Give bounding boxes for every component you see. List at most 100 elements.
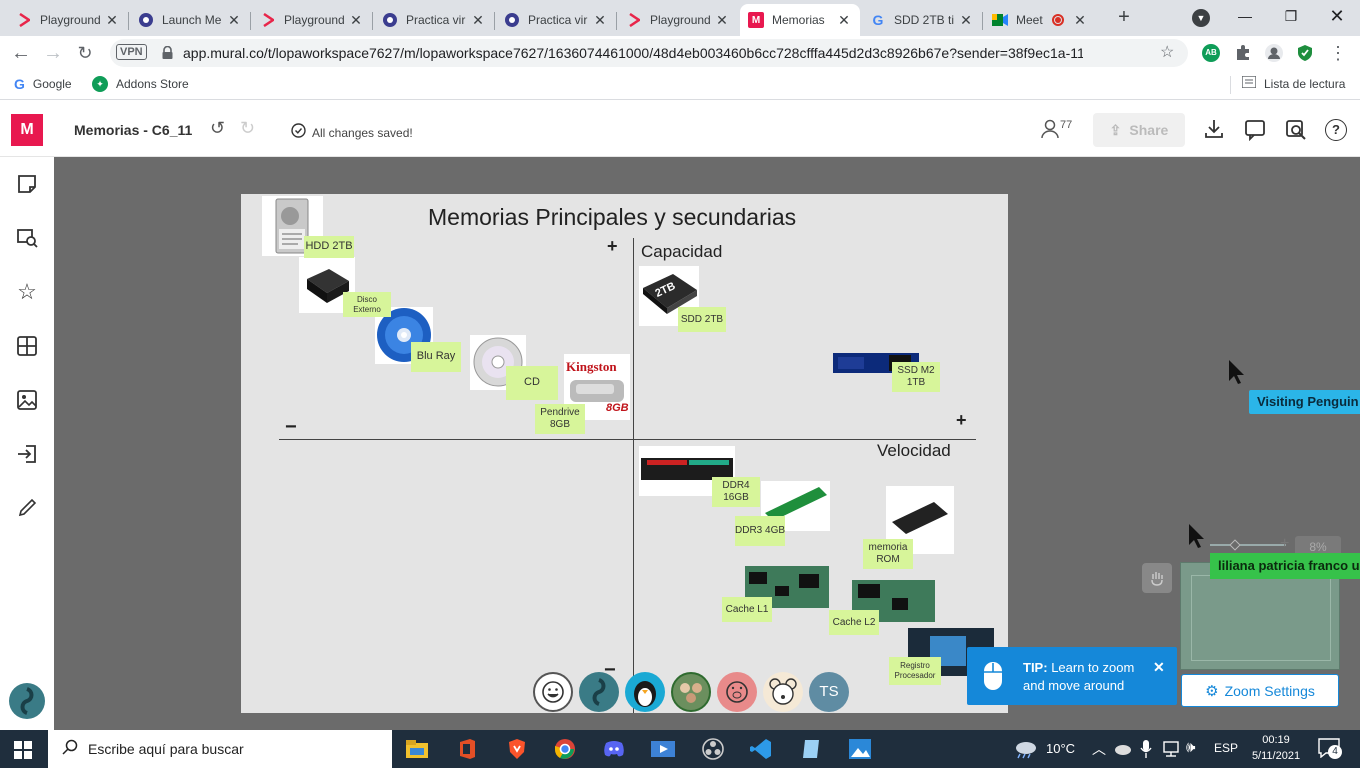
sticky-note-pendrive[interactable]: Pendrive 8GB: [535, 404, 585, 434]
sticky-note-ddr4[interactable]: DDR4 16GB: [712, 477, 760, 507]
pencil-icon[interactable]: [14, 495, 40, 521]
browser-tab[interactable]: Playground ✕: [8, 4, 128, 36]
sticky-note-cache-l2[interactable]: Cache L2: [829, 610, 879, 635]
weather-temp[interactable]: 10°C: [1046, 741, 1075, 756]
undo-icon[interactable]: ↺: [210, 118, 225, 139]
vscode-icon[interactable]: [744, 735, 778, 763]
weather-icon[interactable]: [1014, 739, 1038, 764]
close-tab-icon[interactable]: ✕: [836, 12, 852, 29]
network-icon[interactable]: [1162, 740, 1180, 763]
y-axis-label[interactable]: Capacidad: [641, 242, 722, 262]
browser-tab-active[interactable]: M Memorias ✕: [740, 4, 860, 36]
board-title[interactable]: Memorias Principales y secundarias: [428, 204, 796, 231]
import-icon[interactable]: [14, 441, 40, 467]
discord-icon[interactable]: [597, 735, 631, 763]
close-tab-icon[interactable]: ✕: [958, 12, 974, 29]
sticky-note-ddr3[interactable]: DDR3 4GB: [735, 516, 785, 546]
reading-list-button[interactable]: Lista de lectura: [1241, 75, 1345, 91]
browser-tab[interactable]: Practica vir ✕: [496, 4, 616, 36]
help-icon[interactable]: ?: [1325, 119, 1347, 141]
adblock-extension-icon[interactable]: AB: [1202, 44, 1220, 62]
frameworks-grid-icon[interactable]: [14, 333, 40, 359]
sticky-note-hdd[interactable]: HDD 2TB: [304, 236, 354, 258]
bookmark-star-icon[interactable]: ☆: [1160, 42, 1174, 62]
participant-avatar-initials[interactable]: TS: [809, 672, 849, 712]
volume-icon[interactable]: 🕪: [1186, 739, 1195, 756]
onedrive-cloud-icon[interactable]: [1114, 742, 1132, 760]
lock-icon[interactable]: [162, 45, 173, 59]
chevron-up-icon[interactable]: ︿: [1092, 739, 1106, 759]
windows-start-icon[interactable]: [14, 741, 32, 764]
export-icon[interactable]: [1203, 118, 1225, 145]
notifications-icon[interactable]: 4: [1318, 738, 1342, 763]
x-axis-label[interactable]: Velocidad: [877, 441, 951, 461]
comments-icon[interactable]: [1244, 119, 1266, 146]
sticky-note-disco-externo[interactable]: Disco Externo: [343, 292, 391, 317]
profile-icon[interactable]: [1261, 40, 1287, 66]
redo-icon[interactable]: ↻: [240, 118, 255, 139]
participant-avatar-pig[interactable]: [717, 672, 757, 712]
participant-avatar-photo[interactable]: [671, 672, 711, 712]
close-tab-icon[interactable]: ✕: [226, 12, 242, 29]
zoom-slider[interactable]: [1210, 544, 1286, 546]
templates-icon[interactable]: [14, 225, 40, 251]
mural-title[interactable]: Memorias - C6_11: [74, 122, 192, 138]
forward-icon[interactable]: →: [40, 40, 66, 66]
address-bar[interactable]: VPN app.mural.co/t/lopaworkspace7627/m/l…: [110, 39, 1188, 67]
participants-button[interactable]: 77: [1040, 119, 1072, 144]
browser-tab[interactable]: Practica vir ✕: [374, 4, 494, 36]
user-avatar[interactable]: [9, 683, 45, 719]
chrome-icon[interactable]: [548, 735, 582, 763]
new-tab-button[interactable]: +: [1112, 6, 1136, 30]
reaction-smiley-icon[interactable]: [533, 672, 573, 712]
extensions-puzzle-icon[interactable]: [1230, 40, 1256, 66]
image-icon[interactable]: [14, 387, 40, 413]
sticky-note-icon[interactable]: [14, 171, 40, 197]
tab-search-icon[interactable]: ▼: [1192, 9, 1210, 27]
close-window-icon[interactable]: ✕: [1314, 0, 1360, 32]
sticky-note-ssd-m2[interactable]: SSD M2 1TB: [892, 362, 940, 392]
reload-icon[interactable]: ↻: [72, 40, 98, 66]
taskbar-search-box[interactable]: Escribe aquí para buscar: [48, 730, 392, 768]
bookmark-addons-store[interactable]: ✦ Addons Store: [92, 76, 189, 92]
star-icon[interactable]: ☆: [14, 279, 40, 305]
share-button[interactable]: ⇪ Share: [1093, 113, 1185, 147]
bookmark-google[interactable]: G Google: [14, 76, 72, 92]
browser-menu-icon[interactable]: ⋮: [1325, 40, 1351, 66]
browser-tab[interactable]: G SDD 2TB ti ✕: [862, 4, 982, 36]
sticky-note-sdd-2tb[interactable]: SDD 2TB: [678, 307, 726, 332]
system-clock[interactable]: 00:19 5/11/2021: [1250, 732, 1302, 764]
zoom-slider-handle[interactable]: [1229, 539, 1241, 551]
zoom-in-icon[interactable]: +: [1280, 535, 1289, 553]
close-tab-icon[interactable]: ✕: [1072, 12, 1088, 29]
microphone-icon[interactable]: [1140, 739, 1152, 764]
participant-avatar[interactable]: [579, 672, 619, 712]
participant-avatar-bear[interactable]: [763, 672, 803, 712]
browser-tab[interactable]: Meet ✕: [984, 4, 1104, 36]
close-tip-icon[interactable]: ✕: [1153, 659, 1165, 676]
obs-icon[interactable]: [696, 735, 730, 763]
office-icon[interactable]: [450, 735, 484, 763]
file-explorer-icon[interactable]: [400, 735, 434, 763]
notes-app-icon[interactable]: [794, 735, 828, 763]
x-axis-plus[interactable]: +: [956, 410, 967, 431]
restore-icon[interactable]: ❐: [1268, 0, 1314, 32]
browser-tab[interactable]: Launch Me ✕: [130, 4, 250, 36]
sticky-note-registro-procesador[interactable]: Registro Procesador: [889, 657, 941, 685]
photos-icon[interactable]: [843, 735, 877, 763]
close-tab-icon[interactable]: ✕: [714, 12, 730, 29]
search-outline-icon[interactable]: [1285, 119, 1307, 146]
browser-tab[interactable]: Playground ✕: [252, 4, 372, 36]
mural-canvas[interactable]: Memorias Principales y secundarias Capac…: [54, 157, 1360, 730]
minimize-icon[interactable]: —: [1222, 0, 1268, 32]
sticky-note-cd[interactable]: CD: [506, 366, 558, 400]
participant-avatar-penguin[interactable]: [625, 672, 665, 712]
vpn-badge[interactable]: VPN: [116, 44, 147, 60]
language-indicator[interactable]: ESP: [1214, 741, 1238, 755]
shield-extension-icon[interactable]: [1292, 40, 1318, 66]
video-editor-icon[interactable]: [646, 735, 680, 763]
sticky-note-cache-l1[interactable]: Cache L1: [722, 597, 772, 622]
back-icon[interactable]: ←: [8, 40, 34, 66]
brave-browser-icon[interactable]: [500, 735, 534, 763]
sticky-note-blu-ray[interactable]: Blu Ray: [411, 342, 461, 372]
